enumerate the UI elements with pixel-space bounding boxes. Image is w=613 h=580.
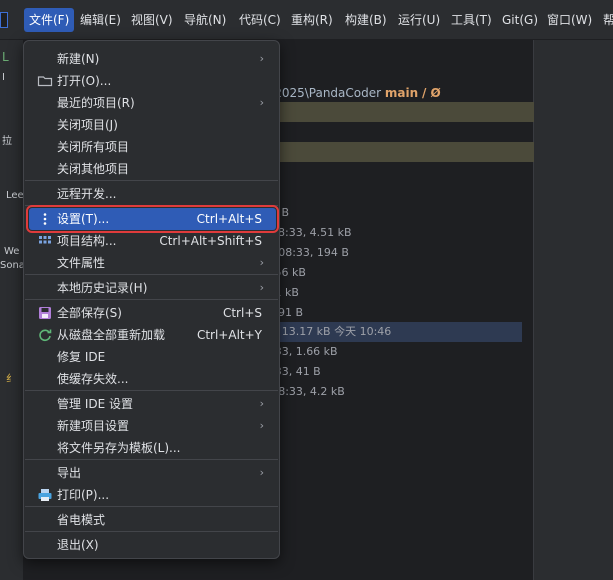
menu-navigate[interactable]: 导航(N) xyxy=(179,8,231,32)
menu-item-open[interactable]: 打开(O)... xyxy=(29,70,276,92)
menu-help[interactable]: 帮 xyxy=(598,8,613,32)
menu-tools[interactable]: 工具(T) xyxy=(446,8,497,32)
menu-item-save-file-as-template[interactable]: 将文件另存为模板(L)... xyxy=(29,437,276,459)
chevron-right-icon: › xyxy=(259,256,264,269)
branch-label[interactable]: main xyxy=(385,86,418,100)
menu-item-export[interactable]: 导出 › xyxy=(29,462,276,484)
menu-item-label: 本地历史记录(H) xyxy=(57,281,148,295)
menu-item-print[interactable]: 打印(P)... xyxy=(29,484,276,506)
menu-item-label: 新建项目设置 xyxy=(57,419,130,433)
tool-label-fragment: 拉 xyxy=(2,136,12,147)
chevron-right-icon: › xyxy=(259,52,264,65)
menu-item-label: 打印(P)... xyxy=(57,488,110,502)
menu-item-label: 远程开发... xyxy=(57,187,117,201)
menu-item-file-properties[interactable]: 文件属性 › xyxy=(29,252,276,274)
tool-label-fragment: Sona xyxy=(0,260,25,271)
tool-label-fragment: Lee xyxy=(6,190,24,201)
menu-code[interactable]: 代码(C) xyxy=(234,8,286,32)
menu-item-save-all[interactable]: 全部保存(S) Ctrl+S xyxy=(29,302,276,324)
highlight-band xyxy=(250,102,534,122)
reload-icon xyxy=(37,327,53,343)
menu-build[interactable]: 构建(B) xyxy=(340,8,392,32)
menu-item-label: 文件属性 xyxy=(57,256,106,270)
project-tool-icon[interactable]: L xyxy=(2,50,9,64)
project-structure-icon xyxy=(37,233,53,249)
save-icon xyxy=(37,305,53,321)
menu-separator xyxy=(25,459,278,460)
folder-icon xyxy=(37,73,53,89)
file-menu-dropdown: 新建(N) › 打开(O)... 最近的项目(R) › 关闭项目(J) 关闭所有… xyxy=(23,40,280,559)
ide-window: 文件(F) 编辑(E) 视图(V) 导航(N) 代码(C) 重构(R) 构建(B… xyxy=(0,0,613,580)
menu-item-label: 关闭所有项目 xyxy=(57,140,130,154)
menu-item-label: 项目结构... xyxy=(57,234,117,248)
menu-item-manage-ide-settings[interactable]: 管理 IDE 设置 › xyxy=(29,393,276,415)
chevron-right-icon: › xyxy=(259,281,264,294)
chevron-right-icon: › xyxy=(259,466,264,479)
menu-separator xyxy=(25,274,278,275)
menu-item-label: 关闭其他项目 xyxy=(57,162,130,176)
menu-item-label: 新建(N) xyxy=(57,52,100,66)
menu-item-shortcut: Ctrl+Alt+Y xyxy=(196,328,262,342)
menu-file[interactable]: 文件(F) xyxy=(24,8,75,32)
settings-dots-icon xyxy=(37,211,53,227)
menu-view[interactable]: 视图(V) xyxy=(126,8,178,32)
menu-item-reload-all-from-disk[interactable]: 从磁盘全部重新加载 Ctrl+Alt+Y xyxy=(29,324,276,346)
menu-item-exit[interactable]: 退出(X) xyxy=(29,534,276,556)
menu-separator xyxy=(25,390,278,391)
chevron-right-icon: › xyxy=(259,397,264,410)
menu-separator xyxy=(25,299,278,300)
menu-item-label: 退出(X) xyxy=(57,538,99,552)
menu-item-settings[interactable]: 设置(T)... Ctrl+Alt+S xyxy=(26,205,279,233)
menu-item-shortcut: Ctrl+Alt+Shift+S xyxy=(159,234,262,248)
menu-item-label: 省电模式 xyxy=(57,513,106,527)
menu-separator xyxy=(25,180,278,181)
left-tool-strip: L I 拉 Lee We Sona 纟 xyxy=(0,40,25,580)
menu-item-label: 最近的项目(R) xyxy=(57,96,135,110)
menu-item-close-other-projects[interactable]: 关闭其他项目 xyxy=(29,158,276,180)
menu-item-label: 全部保存(S) xyxy=(57,306,122,320)
menu-separator xyxy=(25,205,278,206)
print-icon xyxy=(37,487,53,503)
menu-item-remote-development[interactable]: 远程开发... xyxy=(29,183,276,205)
editor-area xyxy=(533,40,613,580)
menu-item-shortcut: Ctrl+Alt+S xyxy=(196,212,262,226)
menu-git[interactable]: Git(G) xyxy=(497,8,543,32)
menu-item-recent-projects[interactable]: 最近的项目(R) › xyxy=(29,92,276,114)
tool-label-fragment: 纟 xyxy=(6,374,16,385)
menu-item-label: 将文件另存为模板(L)... xyxy=(57,441,181,455)
menu-item-new[interactable]: 新建(N) › xyxy=(29,48,276,70)
menu-separator xyxy=(25,531,278,532)
menu-item-label: 打开(O)... xyxy=(57,74,112,88)
menu-item-label: 使缓存失效... xyxy=(57,372,129,386)
menu-bar: 文件(F) 编辑(E) 视图(V) 导航(N) 代码(C) 重构(R) 构建(B… xyxy=(0,0,613,40)
menu-item-label: 管理 IDE 设置 xyxy=(57,397,133,411)
menu-item-label: 修复 IDE xyxy=(57,350,106,364)
menu-item-power-save-mode[interactable]: 省电模式 xyxy=(29,509,276,531)
menu-item-shortcut: Ctrl+S xyxy=(222,306,262,320)
menu-item-local-history[interactable]: 本地历史记录(H) › xyxy=(29,277,276,299)
highlight-band xyxy=(250,142,534,162)
menu-item-label: 设置(T)... xyxy=(57,212,110,226)
menu-item-invalidate-caches[interactable]: 使缓存失效... xyxy=(29,368,276,390)
branch-suffix: / Ø xyxy=(421,86,441,100)
chevron-right-icon: › xyxy=(259,96,264,109)
menu-item-label: 导出 xyxy=(57,466,82,480)
tool-label-fragment: I xyxy=(2,72,5,83)
chevron-right-icon: › xyxy=(259,419,264,432)
menu-item-project-structure[interactable]: 项目结构... Ctrl+Alt+Shift+S xyxy=(29,230,276,252)
menu-item-label: 关闭项目(J) xyxy=(57,118,118,132)
menu-item-new-project-settings[interactable]: 新建项目设置 › xyxy=(29,415,276,437)
menu-item-repair-ide[interactable]: 修复 IDE xyxy=(29,346,276,368)
tool-label-fragment: We xyxy=(4,246,20,257)
menu-item-close-all-projects[interactable]: 关闭所有项目 xyxy=(29,136,276,158)
menu-window[interactable]: 窗口(W) xyxy=(542,8,597,32)
project-path: ew2025\PandaCoder main / Ø xyxy=(257,84,441,102)
menu-item-close-project[interactable]: 关闭项目(J) xyxy=(29,114,276,136)
menu-item-label: 从磁盘全部重新加载 xyxy=(57,328,166,342)
menu-run[interactable]: 运行(U) xyxy=(393,8,445,32)
app-logo-icon[interactable] xyxy=(0,12,8,28)
menu-refactor[interactable]: 重构(R) xyxy=(286,8,338,32)
menu-separator xyxy=(25,506,278,507)
menu-edit[interactable]: 编辑(E) xyxy=(75,8,126,32)
